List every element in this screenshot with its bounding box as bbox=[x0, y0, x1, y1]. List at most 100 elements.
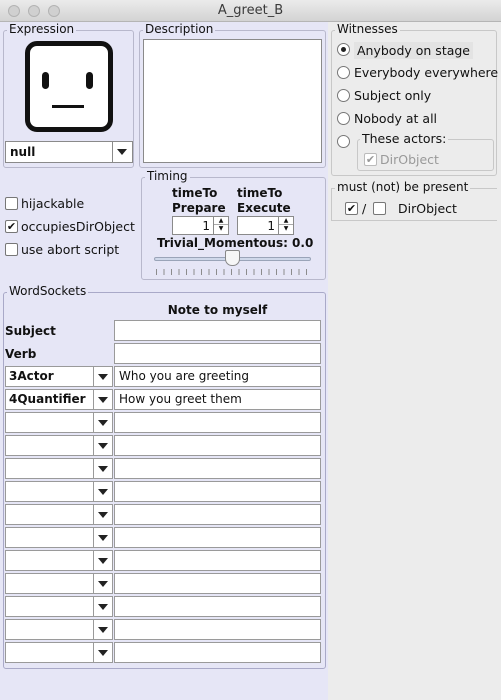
witness-nobody-radio[interactable] bbox=[337, 112, 350, 125]
chevron-down-icon bbox=[98, 535, 108, 541]
occupies-dir-object-checkbox[interactable]: ✔ bbox=[5, 220, 18, 233]
word-socket-select[interactable] bbox=[5, 642, 113, 663]
note-field[interactable] bbox=[114, 619, 321, 640]
trivial-momentous-label: Trivial_Momentous: 0.0 bbox=[157, 236, 314, 250]
chevron-down-icon[interactable]: ▼ bbox=[214, 225, 228, 233]
note-field[interactable] bbox=[114, 481, 321, 502]
word-socket-dropdown-button[interactable] bbox=[93, 459, 113, 478]
word-socket-dropdown-button[interactable] bbox=[93, 367, 113, 386]
note-field[interactable] bbox=[114, 412, 321, 433]
time-to-execute-label-line2: Execute bbox=[237, 201, 291, 215]
word-socket-select[interactable] bbox=[5, 527, 113, 548]
witness-everybody-label: Everybody everywhere bbox=[354, 65, 499, 80]
chevron-down-icon bbox=[98, 512, 108, 518]
chevron-down-icon bbox=[98, 397, 108, 403]
expression-label: Expression bbox=[7, 22, 77, 36]
witness-everybody-radio[interactable] bbox=[337, 66, 350, 79]
time-to-prepare-stepper[interactable]: ▲ ▼ bbox=[213, 217, 228, 234]
time-to-prepare-label-line1: timeTo bbox=[172, 186, 218, 200]
description-label: Description bbox=[143, 22, 216, 36]
witness-nobody-label: Nobody at all bbox=[354, 111, 438, 126]
chevron-down-icon bbox=[98, 489, 108, 495]
note-field[interactable] bbox=[114, 596, 321, 617]
time-to-execute-value: 1 bbox=[267, 219, 275, 233]
word-socket-label: Verb bbox=[5, 347, 37, 361]
word-socket-select[interactable]: 3Actor bbox=[5, 366, 113, 387]
note-field[interactable] bbox=[114, 573, 321, 594]
word-socket-dropdown-button[interactable] bbox=[93, 390, 113, 409]
word-socket-select[interactable] bbox=[5, 596, 113, 617]
neutral-face-icon bbox=[25, 41, 113, 132]
word-socket-select[interactable] bbox=[5, 619, 113, 640]
word-socket-select[interactable] bbox=[5, 573, 113, 594]
word-socket-select[interactable] bbox=[5, 412, 113, 433]
word-socket-select[interactable] bbox=[5, 504, 113, 525]
word-socket-dropdown-button[interactable] bbox=[93, 597, 113, 616]
note-field[interactable] bbox=[114, 504, 321, 525]
time-to-prepare-label-line2: Prepare bbox=[172, 201, 226, 215]
timing-label: Timing bbox=[145, 169, 190, 183]
word-socket-select[interactable] bbox=[5, 550, 113, 571]
witness-anybody-radio[interactable] bbox=[337, 43, 350, 56]
note-to-myself-header: Note to myself bbox=[167, 303, 268, 317]
note-field[interactable] bbox=[114, 343, 321, 364]
chevron-down-icon bbox=[98, 443, 108, 449]
hijackable-label: hijackable bbox=[21, 196, 85, 211]
chevron-down-icon bbox=[98, 627, 108, 633]
use-abort-script-checkbox[interactable] bbox=[5, 243, 18, 256]
witness-anybody-label: Anybody on stage bbox=[354, 42, 474, 59]
word-socket-select-value: 4Quantifier bbox=[9, 392, 86, 406]
wordsockets-label: WordSockets bbox=[7, 284, 89, 298]
note-field[interactable] bbox=[114, 527, 321, 548]
time-to-execute-label-line1: timeTo bbox=[237, 186, 283, 200]
time-to-execute-stepper[interactable]: ▲ ▼ bbox=[278, 217, 293, 234]
note-field[interactable] bbox=[114, 642, 321, 663]
presence-separator: / bbox=[362, 201, 367, 216]
word-socket-select[interactable]: 4Quantifier bbox=[5, 389, 113, 410]
time-to-prepare-spinner[interactable]: 1 ▲ ▼ bbox=[172, 216, 229, 235]
presence-must-checkbox[interactable]: ✔ bbox=[345, 202, 358, 215]
chevron-down-icon bbox=[98, 581, 108, 587]
expression-dropdown-button[interactable] bbox=[112, 142, 132, 162]
word-socket-dropdown-button[interactable] bbox=[93, 482, 113, 501]
time-to-prepare-value: 1 bbox=[202, 219, 210, 233]
witness-these-actors-radio[interactable] bbox=[337, 135, 350, 148]
word-socket-dropdown-button[interactable] bbox=[93, 574, 113, 593]
these-actors-dirobject-checkbox[interactable]: ✔ bbox=[364, 153, 377, 166]
note-field[interactable] bbox=[114, 550, 321, 571]
trivial-momentous-ticks bbox=[156, 269, 309, 275]
word-socket-dropdown-button[interactable] bbox=[93, 436, 113, 455]
note-field[interactable] bbox=[114, 435, 321, 456]
presence-label: must (not) be present bbox=[335, 180, 471, 194]
description-textarea[interactable] bbox=[143, 39, 322, 163]
chevron-up-icon[interactable]: ▲ bbox=[214, 217, 228, 225]
word-socket-select[interactable] bbox=[5, 458, 113, 479]
word-socket-dropdown-button[interactable] bbox=[93, 413, 113, 432]
hijackable-checkbox[interactable] bbox=[5, 197, 18, 210]
time-to-execute-spinner[interactable]: 1 ▲ ▼ bbox=[237, 216, 294, 235]
these-actors-dirobject-label: DirObject bbox=[380, 152, 439, 167]
word-socket-dropdown-button[interactable] bbox=[93, 505, 113, 524]
word-socket-dropdown-button[interactable] bbox=[93, 620, 113, 639]
chevron-down-icon bbox=[98, 420, 108, 426]
chevron-down-icon[interactable]: ▼ bbox=[279, 225, 293, 233]
word-socket-select[interactable] bbox=[5, 481, 113, 502]
note-field[interactable]: How you greet them bbox=[114, 389, 321, 410]
word-socket-dropdown-button[interactable] bbox=[93, 643, 113, 662]
note-field[interactable] bbox=[114, 458, 321, 479]
note-field[interactable]: Who you are greeting bbox=[114, 366, 321, 387]
word-socket-dropdown-button[interactable] bbox=[93, 528, 113, 547]
chevron-up-icon[interactable]: ▲ bbox=[279, 217, 293, 225]
expression-select[interactable]: null bbox=[5, 141, 133, 163]
note-field[interactable] bbox=[114, 320, 321, 341]
presence-dirobject-label: DirObject bbox=[398, 201, 457, 216]
word-socket-select[interactable] bbox=[5, 435, 113, 456]
presence-not-checkbox[interactable] bbox=[373, 202, 386, 215]
witness-subject-only-radio[interactable] bbox=[337, 89, 350, 102]
word-socket-dropdown-button[interactable] bbox=[93, 551, 113, 570]
these-actors-label: These actors: bbox=[360, 131, 449, 146]
use-abort-script-label: use abort script bbox=[21, 242, 120, 257]
expression-select-value: null bbox=[10, 145, 36, 159]
trivial-momentous-slider-thumb[interactable] bbox=[225, 250, 240, 266]
witnesses-label: Witnesses bbox=[335, 22, 400, 36]
